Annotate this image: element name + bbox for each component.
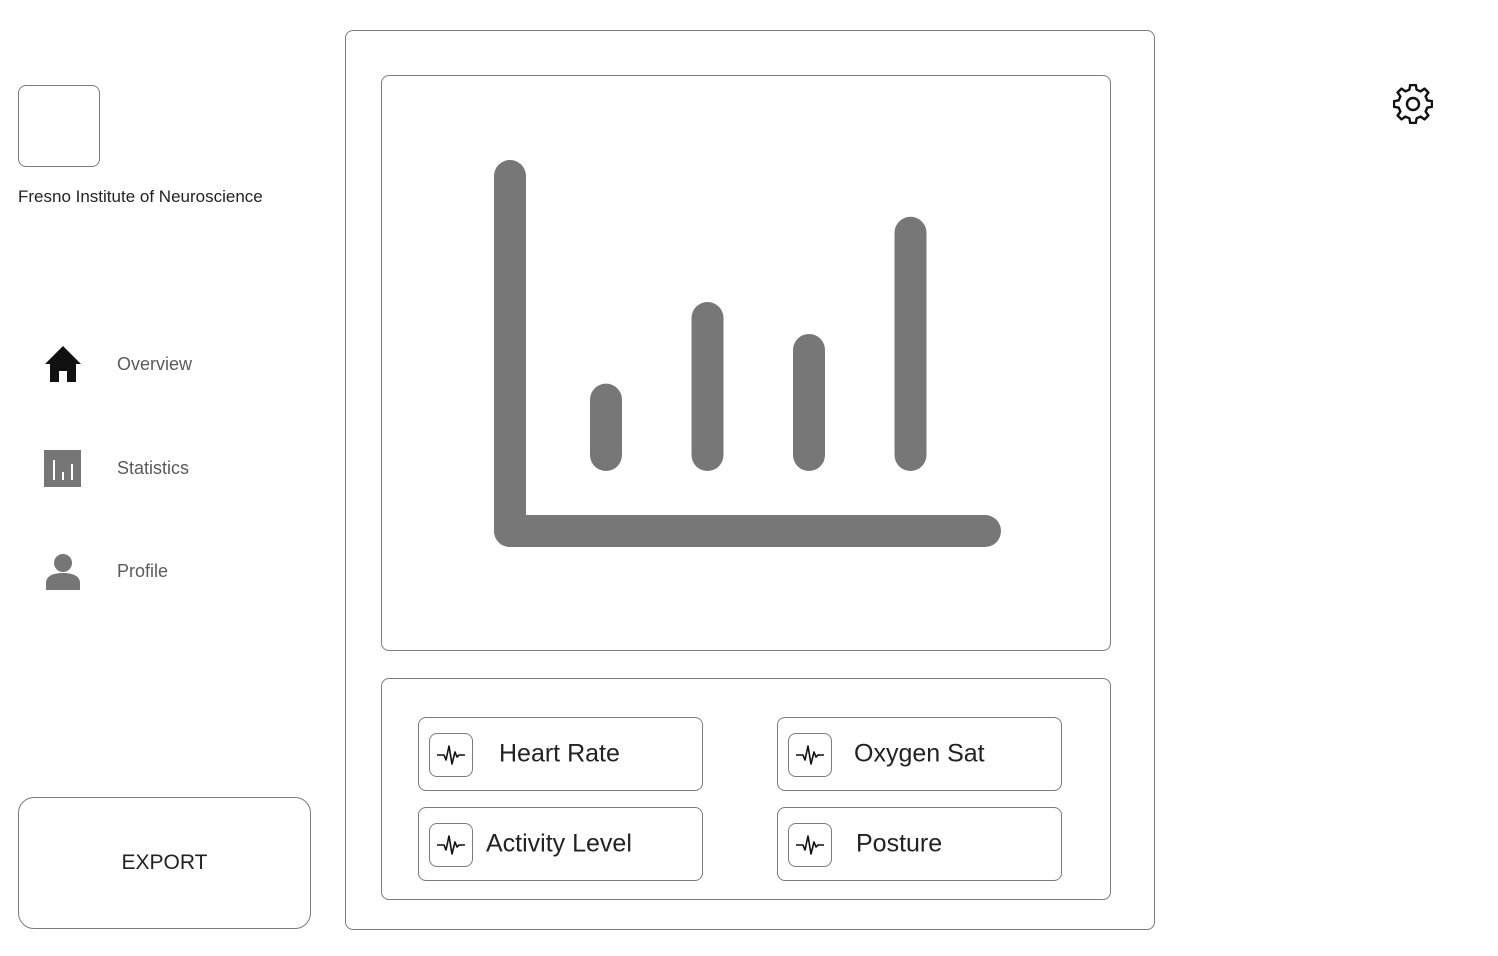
pulse-icon: [429, 733, 473, 777]
metric-label: Activity Level: [486, 829, 632, 858]
metric-oxygen-sat-button[interactable]: Oxygen Sat: [777, 717, 1062, 791]
metric-label: Oxygen Sat: [854, 739, 985, 768]
metric-label: Heart Rate: [499, 739, 620, 768]
nav-label-profile: Profile: [117, 560, 169, 581]
person-icon: [44, 552, 82, 590]
metric-label: Posture: [856, 829, 943, 858]
metric-activity-level-button[interactable]: Activity Level: [418, 807, 703, 881]
gear-icon: [1392, 83, 1434, 129]
nav-label-statistics: Statistics: [117, 457, 190, 478]
metric-posture-button[interactable]: Posture: [777, 807, 1062, 881]
settings-button[interactable]: [1392, 83, 1434, 129]
nav-item-statistics[interactable]: Statistics: [44, 448, 189, 488]
export-button[interactable]: EXPORT: [18, 797, 311, 929]
metric-heart-rate-button[interactable]: Heart Rate: [418, 717, 703, 791]
nav-label-overview: Overview: [117, 353, 193, 374]
bar-chart: [494, 160, 1001, 547]
pulse-icon: [788, 823, 832, 867]
nav-item-profile[interactable]: Profile: [44, 551, 168, 591]
pulse-icon: [788, 733, 832, 777]
pulse-icon: [429, 823, 473, 867]
home-icon: [44, 345, 82, 383]
organization-name: Fresno Institute of Neuroscience: [18, 187, 263, 206]
chart-card: [381, 75, 1111, 651]
nav-item-overview[interactable]: Overview: [44, 344, 192, 384]
logo-placeholder: [18, 85, 100, 167]
bar-chart-icon: [44, 449, 82, 487]
